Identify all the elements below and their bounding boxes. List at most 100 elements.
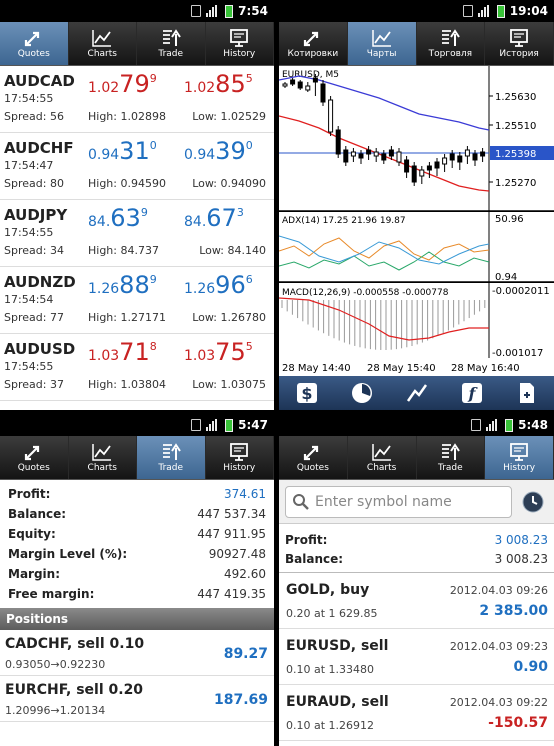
ask-price: 0.94390 bbox=[184, 137, 253, 165]
tab-quotes[interactable]: Quotes bbox=[279, 436, 348, 479]
summary-row: Equity: 447 911.95 bbox=[8, 524, 266, 544]
quote-time: 17:54:47 bbox=[4, 159, 54, 172]
macd-label: MACD(12,26,9) -0.000558 -0.000778 bbox=[282, 288, 449, 298]
tab-charts[interactable]: Charts bbox=[348, 436, 417, 479]
status-bar: 19:04 bbox=[279, 0, 554, 22]
price-level: 1.25510 bbox=[495, 121, 536, 132]
objects-line-icon[interactable] bbox=[404, 380, 430, 406]
new-order-dollar-icon[interactable]: $ bbox=[294, 380, 320, 406]
tab-label: Quotes bbox=[17, 49, 50, 59]
high-price: High: 1.02898 bbox=[88, 110, 166, 123]
summary-row: Margin Level (%): 90927.48 bbox=[8, 544, 266, 564]
candle-body bbox=[411, 165, 417, 183]
candle-body bbox=[449, 153, 455, 161]
deal-title: EURAUD, sell bbox=[286, 694, 389, 710]
trade-screen: 5:47 Quotes Charts Trade History Profit:… bbox=[0, 414, 274, 746]
price-level: 1.25630 bbox=[495, 92, 536, 103]
quote-time: 17:54:54 bbox=[4, 293, 54, 306]
bid-price: 0.94310 bbox=[88, 137, 157, 165]
quote-row[interactable]: AUDCAD 17:54:55 Spread: 56 High: 1.02898 Low… bbox=[0, 66, 274, 133]
clock-icon bbox=[522, 491, 544, 512]
quote-row[interactable]: AUDUSD 17:54:55 Spread: 37 High: 1.03804 Low… bbox=[0, 334, 274, 401]
tab-history[interactable]: History bbox=[485, 436, 554, 479]
summary-row: Free margin: 447 419.35 bbox=[8, 584, 266, 604]
tab-label: Quotes bbox=[17, 463, 50, 473]
macd-level: -0.0002011 bbox=[492, 286, 550, 297]
candle-body bbox=[328, 99, 334, 133]
candle-body bbox=[381, 153, 387, 161]
chart-line-icon bbox=[371, 444, 391, 461]
tab-history[interactable]: История bbox=[485, 22, 554, 65]
deal-detail: 0.10 at 1.26912 bbox=[286, 719, 375, 732]
summary-row: Margin: 492.60 bbox=[8, 564, 266, 584]
candle-body bbox=[343, 149, 349, 163]
deal-row[interactable]: GOLD, buy 2012.04.03 09:26 0.20 at 1 629.8… bbox=[279, 573, 554, 629]
price-chart[interactable]: EURUSD, M5 1.25630 1.25510 1.25398 1.252… bbox=[279, 66, 554, 376]
history-monitor-icon bbox=[510, 443, 529, 461]
search-field[interactable] bbox=[285, 485, 512, 518]
summary-label: Free margin: bbox=[8, 587, 95, 601]
candle-body bbox=[426, 165, 432, 171]
ask-price: 84.673 bbox=[184, 204, 244, 232]
tab-trade[interactable]: Trade bbox=[417, 436, 486, 479]
tab-bar: Quotes Charts Trade History bbox=[0, 22, 274, 66]
tab-trade[interactable]: Trade bbox=[137, 22, 206, 65]
candle-body bbox=[373, 151, 379, 157]
deal-time: 2012.04.03 09:22 bbox=[449, 696, 548, 709]
candle-body bbox=[282, 83, 288, 87]
candle-body bbox=[404, 159, 410, 173]
quote-row[interactable]: AUDJPY 17:54:55 Spread: 34 High: 84.737 Low:… bbox=[0, 200, 274, 267]
quote-row[interactable]: AUDNZD 17:54:54 Spread: 77 High: 1.27171 Low… bbox=[0, 267, 274, 334]
quote-row[interactable]: AUDCHF 17:54:47 Spread: 80 High: 0.94590 Low… bbox=[0, 133, 274, 200]
period-clock-button[interactable] bbox=[518, 487, 548, 517]
candle-body bbox=[442, 157, 448, 165]
deal-row[interactable]: EURAUD, sell 2012.04.03 09:22 0.10 at 1.26… bbox=[279, 685, 554, 741]
clock: 5:48 bbox=[518, 418, 548, 432]
timeframe-clock-icon[interactable] bbox=[349, 380, 375, 406]
high-price: High: 1.03804 bbox=[88, 378, 166, 391]
tab-quotes[interactable]: Quotes bbox=[0, 436, 69, 479]
current-price-label: 1.25398 bbox=[495, 149, 536, 160]
tab-quotes[interactable]: Quotes bbox=[0, 22, 69, 65]
tab-trade[interactable]: Торговля bbox=[417, 22, 486, 65]
tab-label: Чарты bbox=[366, 49, 397, 59]
time-label: 28 May 15:40 bbox=[367, 363, 436, 374]
time-label: 28 May 16:40 bbox=[451, 363, 520, 374]
candle-body bbox=[457, 155, 463, 163]
tab-charts[interactable]: Чарты bbox=[347, 22, 417, 65]
position-row[interactable]: CADCHF, sell 0.10 0.93050→0.92230 89.27 bbox=[0, 630, 274, 676]
candle-body bbox=[434, 161, 440, 169]
tab-trade[interactable]: Trade bbox=[137, 436, 206, 479]
ask-price: 1.02855 bbox=[184, 70, 253, 98]
tab-charts[interactable]: Charts bbox=[69, 22, 137, 65]
quote-time: 17:54:55 bbox=[4, 92, 54, 105]
add-document-icon[interactable] bbox=[514, 380, 540, 406]
tab-charts[interactable]: Charts bbox=[69, 436, 137, 479]
symbol-search-input[interactable] bbox=[315, 493, 505, 510]
position-profit: 89.27 bbox=[223, 646, 268, 662]
summary-row: Balance: 3 008.23 bbox=[285, 549, 548, 568]
indicators-function-icon[interactable]: f bbox=[459, 380, 485, 406]
tab-label: Котировки bbox=[287, 49, 339, 59]
symbol-name: AUDNZD bbox=[4, 273, 76, 291]
signal-icon bbox=[477, 5, 492, 17]
candle-body bbox=[297, 81, 303, 89]
chart-toolbar: $ f bbox=[279, 376, 554, 410]
deal-profit: -150.57 bbox=[488, 715, 548, 731]
tab-history[interactable]: History bbox=[206, 22, 274, 65]
candle-body bbox=[419, 169, 425, 177]
position-row[interactable]: EURCHF, sell 0.20 1.20996→1.20134 187.69 bbox=[0, 676, 274, 722]
tab-quotes[interactable]: Котировки bbox=[279, 22, 348, 65]
summary-row: Profit: 374.61 bbox=[8, 484, 266, 504]
battery-icon bbox=[496, 4, 505, 18]
signal-icon bbox=[206, 419, 220, 431]
chart-canvas[interactable]: EURUSD, M5 1.25630 1.25510 1.25398 1.252… bbox=[279, 66, 554, 376]
deal-row[interactable]: EURUSD, sell 2012.04.03 09:23 0.10 at 1.33… bbox=[279, 629, 554, 685]
symbol-name: AUDJPY bbox=[4, 206, 68, 224]
time-label: 28 May 14:40 bbox=[282, 363, 351, 374]
bid-price: 1.02799 bbox=[88, 70, 157, 98]
summary-label: Margin Level (%): bbox=[8, 547, 128, 561]
low-price: Low: 0.94090 bbox=[192, 177, 266, 190]
charts-screen: 19:04 Котировки Чарты Торговля История E… bbox=[279, 0, 554, 410]
tab-history[interactable]: History bbox=[206, 436, 274, 479]
